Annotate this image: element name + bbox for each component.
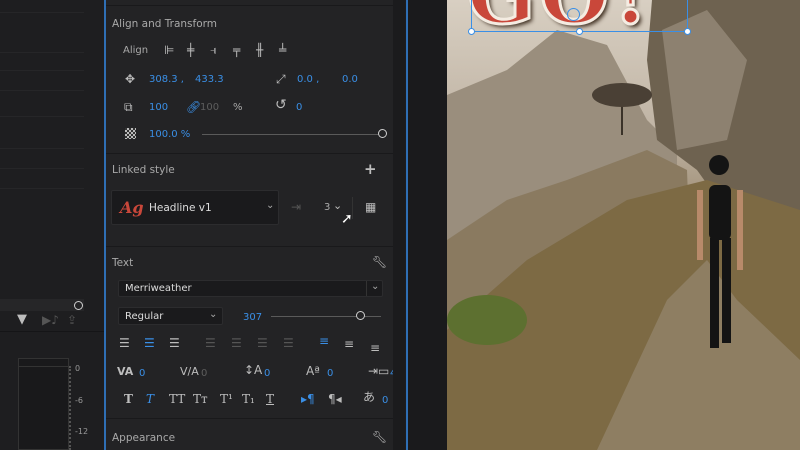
center-align-text-vertical-icon[interactable]: ≡ xyxy=(344,338,354,350)
project-panel: ▼ ▶♪ ⇪ 0 -6 -12 xyxy=(0,0,104,450)
anchor-point-crosshair[interactable] xyxy=(567,8,580,21)
top-align-text-icon[interactable]: ≡ xyxy=(319,335,329,347)
center-text-icon[interactable]: ☰ xyxy=(144,337,155,349)
linked-style-dropdown[interactable]: Ag Headline v1 ⌄ xyxy=(111,190,279,225)
meter-tick: 0 xyxy=(75,364,81,373)
zoom-slider-handle[interactable] xyxy=(74,301,83,310)
tracking-value[interactable]: 0 xyxy=(201,368,207,379)
rotation-value[interactable]: 0 xyxy=(296,102,302,113)
left-to-right-icon[interactable]: ▸¶ xyxy=(301,393,315,405)
align-bottom-icon[interactable]: ╧ xyxy=(279,44,286,56)
italic-icon[interactable]: T xyxy=(146,393,154,405)
essential-graphics-panel: Align and Transform Align ⊫ ╪ ⫣ ╤ ╫ ╧ ✥ … xyxy=(106,0,396,450)
anchor-x[interactable]: 0.0 , xyxy=(297,74,319,85)
chevron-down-icon: ⌄ xyxy=(266,200,275,211)
meter-tick: -6 xyxy=(75,396,83,405)
leading-value[interactable]: 0 xyxy=(264,368,270,379)
style-name: Headline v1 xyxy=(149,202,212,214)
grid-view-icon[interactable]: ▦ xyxy=(365,201,376,213)
panel-scrollbar[interactable] xyxy=(393,0,405,450)
scale-value[interactable]: 100 xyxy=(149,102,168,113)
tsume-icon: あ xyxy=(363,390,376,404)
link-scale-icon[interactable]: 🔗︎ xyxy=(186,101,201,113)
rotation-icon: ↺ xyxy=(275,97,287,113)
font-family-dropdown[interactable]: Merriweather ⌄ xyxy=(118,280,383,297)
underline-icon[interactable]: T xyxy=(266,393,274,405)
scale-unit: % xyxy=(233,102,243,113)
resize-handle[interactable] xyxy=(576,28,583,35)
tsume-value[interactable]: 0 xyxy=(382,395,388,406)
small-caps-icon[interactable]: Tт xyxy=(193,393,208,405)
audio-meter xyxy=(18,358,69,450)
resize-handle[interactable] xyxy=(684,28,691,35)
mouse-cursor: ➚ xyxy=(341,211,353,227)
align-horizontal-center-icon[interactable]: ╪ xyxy=(187,44,194,56)
opacity-slider[interactable] xyxy=(202,134,382,135)
justify-last-left-icon[interactable]: ☰ xyxy=(205,337,216,349)
justify-last-right-icon[interactable]: ☰ xyxy=(257,337,268,349)
align-text-left-icon[interactable]: ☰ xyxy=(119,337,130,349)
scale-linked-value: 100 xyxy=(200,102,220,113)
section-title-text: Text xyxy=(112,257,134,269)
align-top-icon[interactable]: ╤ xyxy=(233,44,240,56)
align-vertical-center-icon[interactable]: ╫ xyxy=(256,44,263,56)
kerning-icon: VA xyxy=(117,365,134,378)
video-frame xyxy=(447,0,800,450)
baseline-value[interactable]: 0 xyxy=(327,368,333,379)
program-monitor-video[interactable]: GO! xyxy=(447,0,800,450)
tree-canopy xyxy=(592,83,652,107)
justify-all-icon[interactable]: ☰ xyxy=(283,337,294,349)
superscript-icon[interactable]: T¹ xyxy=(220,393,233,405)
align-right-icon[interactable]: ⫣ xyxy=(210,44,217,56)
align-text-right-icon[interactable]: ☰ xyxy=(169,337,180,349)
section-title-appearance: Appearance xyxy=(112,432,176,444)
bottom-align-text-icon[interactable]: ≡ xyxy=(370,342,380,354)
font-size-slider-handle[interactable] xyxy=(356,311,366,320)
position-x[interactable]: 308.3 , xyxy=(149,74,184,85)
add-style-icon[interactable]: + xyxy=(364,162,377,177)
font-style-dropdown[interactable]: Regular ⌄ xyxy=(118,307,223,325)
chevron-down-icon: ⌄ xyxy=(371,281,380,292)
align-label: Align xyxy=(123,45,149,56)
export-icon[interactable]: ⇪ xyxy=(67,314,77,326)
zoom-slider-track[interactable] xyxy=(0,299,84,311)
insert-audio-icon[interactable]: ▶♪ xyxy=(42,314,59,326)
all-caps-icon[interactable]: TT xyxy=(169,393,185,405)
anchor-y[interactable]: 0.0 xyxy=(342,74,358,85)
wrench-icon[interactable]: 🔧︎ xyxy=(372,431,387,443)
section-title-align-transform: Align and Transform xyxy=(112,18,217,30)
chevron-down-icon: ⌄ xyxy=(209,309,218,320)
wrench-icon[interactable]: 🔧︎ xyxy=(372,256,387,268)
meter-tick: -12 xyxy=(75,427,89,436)
subscript-icon[interactable]: T₁ xyxy=(242,393,255,405)
position-icon: ✥ xyxy=(125,72,136,86)
opacity-slider-handle[interactable] xyxy=(378,129,387,138)
push-to-style-icon[interactable]: ⇥ xyxy=(291,201,301,213)
kerning-value[interactable]: 0 xyxy=(139,368,145,379)
scale-icon: ⧉ xyxy=(124,100,133,114)
tracking-icon: V/A xyxy=(180,365,199,378)
opacity-value[interactable]: 100.0 % xyxy=(149,129,190,140)
section-title-linked-style: Linked style xyxy=(112,164,175,176)
opacity-icon xyxy=(125,128,136,139)
resize-handle[interactable] xyxy=(468,28,475,35)
style-count[interactable]: 3 xyxy=(324,202,330,213)
leading-icon: ↕A xyxy=(244,363,263,377)
anchor-point-icon: ⤢ xyxy=(276,72,286,86)
style-preview: Ag xyxy=(120,198,144,217)
right-to-left-icon[interactable]: ¶◂ xyxy=(328,393,342,405)
program-monitor-background xyxy=(408,0,447,450)
font-family-value: Merriweather xyxy=(125,283,192,294)
align-left-icon[interactable]: ⊫ xyxy=(164,44,174,56)
baseline-shift-icon: Aª xyxy=(306,364,320,378)
font-size-value[interactable]: 307 xyxy=(243,312,262,323)
bold-icon[interactable]: T xyxy=(124,393,133,405)
shrub xyxy=(447,295,527,345)
font-style-value: Regular xyxy=(125,311,164,322)
filter-icon[interactable]: ▼ xyxy=(17,313,27,326)
tab-width-icon: ⇥▭ xyxy=(368,364,390,378)
justify-last-center-icon[interactable]: ☰ xyxy=(231,337,242,349)
position-y[interactable]: 433.3 xyxy=(195,74,224,85)
